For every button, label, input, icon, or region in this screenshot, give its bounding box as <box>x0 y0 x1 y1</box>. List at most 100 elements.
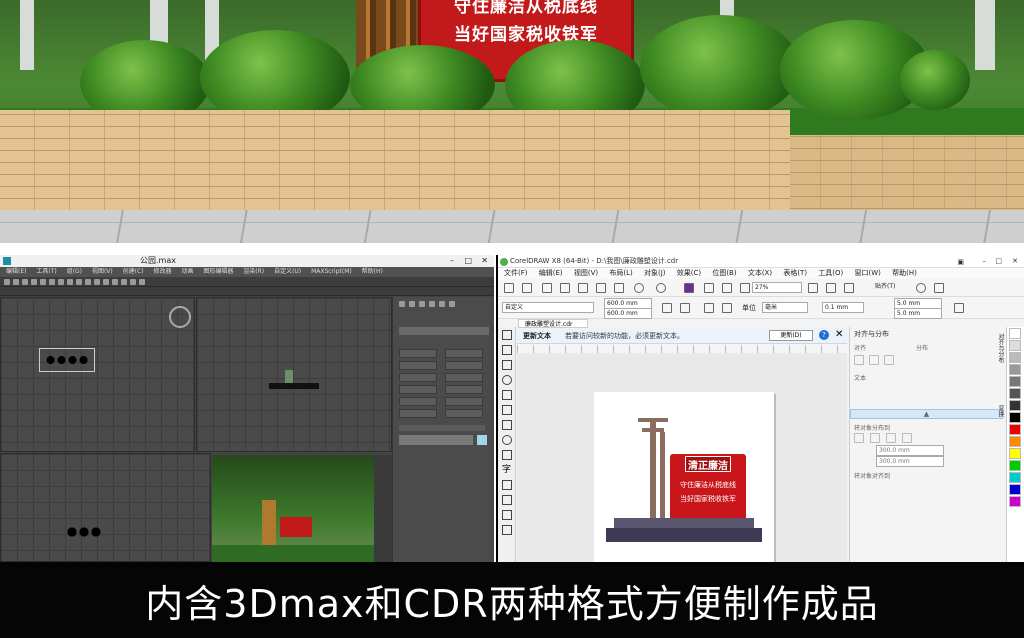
user-icon[interactable]: ▣ <box>957 256 964 269</box>
shape-tool-icon[interactable] <box>501 345 512 355</box>
transparency-icon[interactable] <box>501 525 512 535</box>
max-menu-tools[interactable]: 工具(T) <box>36 268 56 275</box>
close-icon[interactable]: ✕ <box>1012 255 1018 268</box>
color-swatch[interactable] <box>1009 364 1021 375</box>
all-pages-icon[interactable] <box>704 303 714 313</box>
teapot-icon[interactable] <box>139 279 145 285</box>
render-setup-icon[interactable] <box>121 279 127 285</box>
zoom-tool-icon[interactable] <box>501 375 512 385</box>
render-icon[interactable] <box>130 279 136 285</box>
rotate-icon[interactable] <box>58 279 64 285</box>
panel-button[interactable] <box>399 397 437 406</box>
freehand-tool-icon[interactable] <box>501 390 512 400</box>
max-menu-help[interactable]: 帮助(H) <box>362 268 383 275</box>
horizontal-ruler[interactable] <box>517 345 847 353</box>
color-swatch[interactable] <box>1009 424 1021 435</box>
cdr-menu-effects[interactable]: 效果(C) <box>677 269 701 277</box>
help-icon[interactable]: ? <box>819 330 829 340</box>
undo-icon[interactable] <box>634 283 644 293</box>
snap-icon[interactable] <box>76 279 82 285</box>
rectangle-tool-icon[interactable] <box>501 420 512 430</box>
launch-icon[interactable] <box>934 283 944 293</box>
crop-tool-icon[interactable] <box>501 360 512 370</box>
position-y-field[interactable]: 300.0 mm <box>876 456 944 467</box>
cdr-menu-view[interactable]: 视图(V) <box>574 269 598 277</box>
create-tab-icon[interactable] <box>399 301 405 307</box>
polygon-tool-icon[interactable] <box>501 450 512 460</box>
distribute-left-icon[interactable] <box>854 433 864 443</box>
panel-button[interactable] <box>445 361 483 370</box>
close-icon[interactable]: ✕ <box>481 255 488 267</box>
collapse-section-button[interactable]: ▲ <box>850 409 1003 419</box>
panel-button[interactable] <box>399 349 437 358</box>
portrait-icon[interactable] <box>662 303 672 313</box>
max-menu-group[interactable]: 组(G) <box>67 268 82 275</box>
color-swatch[interactable] <box>1009 484 1021 495</box>
position-x-field[interactable]: 300.0 mm <box>876 445 944 456</box>
minimize-icon[interactable]: – <box>983 255 987 268</box>
select-icon[interactable] <box>40 279 46 285</box>
viewport-front[interactable] <box>196 297 392 452</box>
max-menu-render[interactable]: 渲染(R) <box>243 268 264 275</box>
update-button[interactable]: 更新(D) <box>769 330 813 341</box>
drawing-page[interactable]: 清正廉洁 守住廉洁从税底线 当好国家税收铁军 <box>594 392 774 562</box>
unlink-icon[interactable] <box>31 279 37 285</box>
distribute-center-icon[interactable] <box>870 433 880 443</box>
drop-shadow-icon[interactable] <box>501 510 512 520</box>
viewport-top[interactable] <box>0 297 195 452</box>
redo-icon[interactable] <box>13 279 19 285</box>
max-menu-create[interactable]: 创建(C) <box>123 268 144 275</box>
panel-button[interactable] <box>399 385 437 394</box>
scale-icon[interactable] <box>67 279 73 285</box>
search-content-icon[interactable] <box>684 283 694 293</box>
gear-icon[interactable] <box>916 283 926 293</box>
color-swatch[interactable] <box>1009 376 1021 387</box>
max-menu-animation[interactable]: 动画 <box>181 268 193 275</box>
pick-tool-icon[interactable] <box>501 330 512 340</box>
max-menu-customize[interactable]: 自定义(U) <box>274 268 301 275</box>
viewport-left[interactable] <box>0 453 211 562</box>
color-swatch[interactable] <box>477 435 487 445</box>
color-swatch[interactable] <box>1009 472 1021 483</box>
color-swatch[interactable] <box>1009 448 1021 459</box>
panel-button[interactable] <box>445 409 483 418</box>
mirror-icon[interactable] <box>85 279 91 285</box>
modify-tab-icon[interactable] <box>409 301 415 307</box>
link-icon[interactable] <box>22 279 28 285</box>
page-preset-dropdown[interactable]: 自定义 <box>502 302 594 313</box>
max-menu-modifiers[interactable]: 修改器 <box>153 268 171 275</box>
new-document-icon[interactable] <box>504 283 514 293</box>
cdr-menu-bitmaps[interactable]: 位图(B) <box>712 269 736 277</box>
viewport-perspective-render[interactable] <box>212 455 374 562</box>
align-left-icon[interactable] <box>854 355 864 365</box>
copy-icon[interactable] <box>596 283 606 293</box>
landscape-icon[interactable] <box>680 303 690 313</box>
cdr-menu-edit[interactable]: 编辑(E) <box>539 269 563 277</box>
page-height-field[interactable]: 600.0 mm <box>604 308 652 319</box>
hierarchy-tab-icon[interactable] <box>419 301 425 307</box>
color-swatch[interactable] <box>1009 412 1021 423</box>
cdr-menu-table[interactable]: 表格(T) <box>783 269 807 277</box>
viewcube-icon[interactable] <box>169 306 191 328</box>
cdr-menu-help[interactable]: 帮助(H) <box>892 269 917 277</box>
material-icon[interactable] <box>112 279 118 285</box>
save-icon[interactable] <box>542 283 552 293</box>
align-icon[interactable] <box>94 279 100 285</box>
panel-button[interactable] <box>445 349 483 358</box>
color-swatch[interactable] <box>1009 496 1021 507</box>
redo-icon[interactable] <box>656 283 666 293</box>
cdr-menu-layout[interactable]: 布局(L) <box>609 269 632 277</box>
utilities-tab-icon[interactable] <box>449 301 455 307</box>
layer-icon[interactable] <box>103 279 109 285</box>
color-swatch[interactable] <box>1009 328 1021 339</box>
cdr-menu-tools[interactable]: 工具(O) <box>818 269 843 277</box>
color-swatch[interactable] <box>1009 340 1021 351</box>
panel-button[interactable] <box>445 385 483 394</box>
nudge-distance-field[interactable]: 0.1 mm <box>822 302 864 313</box>
maximize-icon[interactable]: □ <box>995 255 1002 268</box>
color-swatch[interactable] <box>1009 460 1021 471</box>
open-icon[interactable] <box>522 283 532 293</box>
document-tab[interactable]: 廉政雕塑设计.cdr <box>518 319 588 328</box>
artistic-media-icon[interactable] <box>501 405 512 415</box>
current-page-icon[interactable] <box>722 303 732 313</box>
